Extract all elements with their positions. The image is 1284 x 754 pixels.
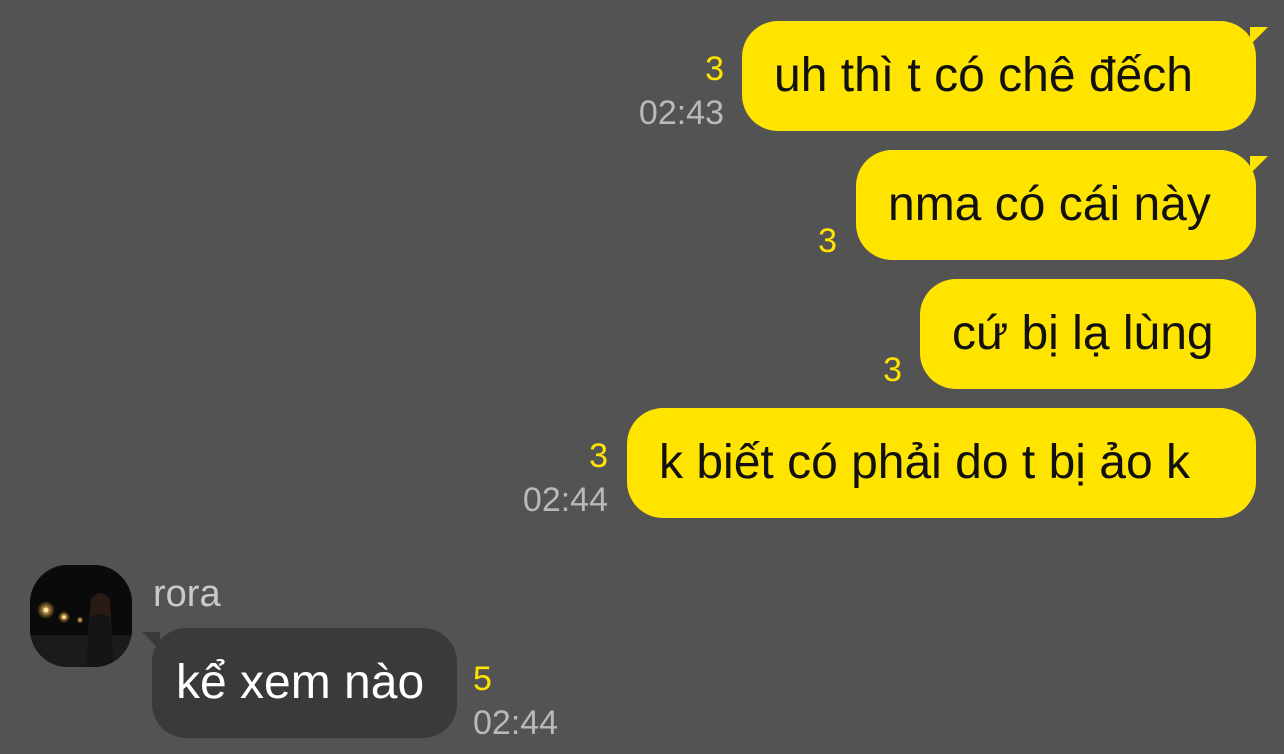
unread-count: 3 [883, 351, 902, 389]
message-text: uh thì t có chê đếch [774, 49, 1193, 102]
unread-count: 3 [705, 50, 724, 88]
outgoing-message-bubble[interactable]: uh thì t có chê đếch [742, 21, 1268, 131]
message-timestamp: 02:44 [473, 704, 559, 742]
profile-photo [30, 565, 132, 667]
unread-count: 3 [818, 222, 837, 260]
outgoing-message-bubble[interactable]: nma có cái này [856, 150, 1268, 260]
message-timestamp: 02:44 [522, 481, 608, 519]
message-text: nma có cái này [888, 178, 1211, 231]
sender-name: rora [153, 573, 221, 615]
outgoing-message-bubble[interactable]: k biết có phải do t bị ảo k [627, 408, 1256, 518]
avatar[interactable] [30, 565, 132, 667]
unread-count: 3 [589, 437, 608, 475]
chat-view: uh thì t có chê đếch 3 02:43 nma có cái … [0, 0, 1284, 754]
message-text: kể xem nào [176, 656, 425, 709]
message-text: cứ bị lạ lùng [952, 307, 1214, 360]
incoming-message-bubble[interactable]: kể xem nào [142, 628, 457, 738]
unread-count: 5 [473, 660, 492, 698]
outgoing-message-bubble[interactable]: cứ bị lạ lùng [920, 279, 1256, 389]
message-text: k biết có phải do t bị ảo k [659, 436, 1190, 489]
message-timestamp: 02:43 [638, 94, 724, 132]
